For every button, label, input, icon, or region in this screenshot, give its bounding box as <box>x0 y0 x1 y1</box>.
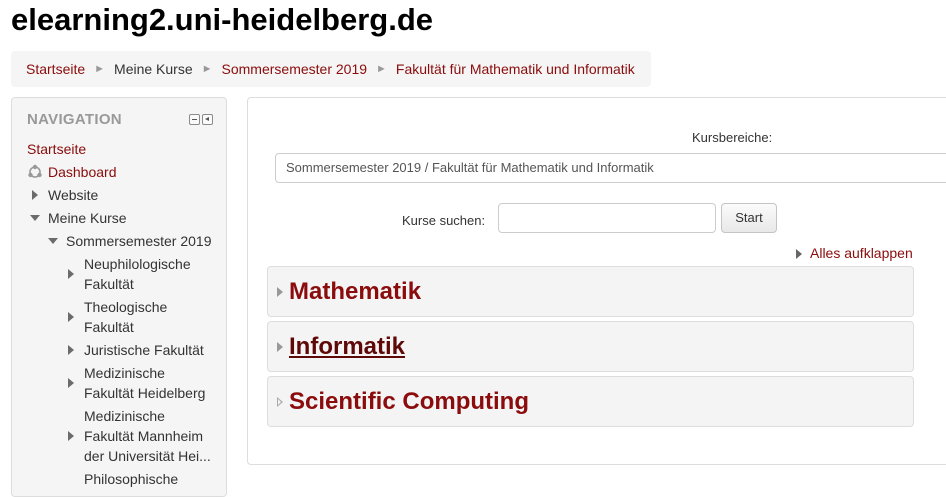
category-title[interactable]: Mathematik <box>289 278 421 306</box>
expand-arrow-icon[interactable] <box>68 312 74 322</box>
expand-arrow-icon <box>277 287 283 297</box>
nav-dashboard-link[interactable]: Dashboard <box>48 164 117 180</box>
expand-arrow-icon[interactable] <box>68 269 74 279</box>
category-mathematik[interactable]: Mathematik <box>267 266 914 317</box>
course-search-label: Kurse suchen: <box>402 213 486 228</box>
nav-item-label: Juristische Fakultät <box>84 342 204 358</box>
expand-arrow-icon <box>796 249 802 259</box>
breadcrumb-semester[interactable]: Sommersemester 2019 <box>222 61 368 77</box>
course-search-input[interactable] <box>498 203 716 233</box>
nav-item-website[interactable]: Website <box>48 185 98 205</box>
dock-block-icon[interactable] <box>202 114 213 125</box>
collapse-arrow-icon[interactable] <box>48 238 58 244</box>
nav-item-faculty[interactable]: Philosophische <box>84 469 178 489</box>
breadcrumb-separator-icon: ► <box>94 63 106 75</box>
block-controls <box>189 114 213 125</box>
nav-item-dashboard: Dashboard <box>48 162 117 182</box>
nav-home-link[interactable]: Startseite <box>27 141 86 157</box>
nav-item-label: Philosophische <box>84 471 179 487</box>
nav-item-faculty[interactable]: Neuphilologische Fakultät <box>84 254 191 294</box>
nav-item-label: Medizinische <box>84 408 165 424</box>
breadcrumb-my-courses: Meine Kurse <box>114 61 193 77</box>
nav-item-label: der Universität Hei... <box>84 448 211 464</box>
navigation-header: NAVIGATION <box>27 111 122 128</box>
expand-all[interactable]: Alles aufklappen <box>796 245 913 261</box>
nav-item-faculty[interactable]: Medizinische Fakultät Heidelberg <box>84 363 205 403</box>
expand-arrow-icon[interactable] <box>32 190 38 200</box>
nav-item-label: Theologische <box>84 299 168 315</box>
expand-arrow-icon <box>277 397 283 407</box>
expand-arrow-icon[interactable] <box>68 431 74 441</box>
nav-item-label: Neuphilologische <box>84 256 191 272</box>
nav-item-label: Medizinische <box>84 365 165 381</box>
nav-item-label: Fakultät Heidelberg <box>84 385 206 401</box>
dashboard-icon <box>28 164 42 178</box>
breadcrumb-home[interactable]: Startseite <box>26 61 85 77</box>
collapse-block-icon[interactable] <box>189 114 200 125</box>
site-title[interactable]: elearning2.uni-heidelberg.de <box>11 2 433 38</box>
nav-item-semester[interactable]: Sommersemester 2019 <box>66 231 212 251</box>
nav-item-faculty[interactable]: Medizinische Fakultät Mannheim der Unive… <box>84 406 211 466</box>
nav-item-my-courses[interactable]: Meine Kurse <box>48 208 127 228</box>
breadcrumb-separator-icon: ► <box>201 63 213 75</box>
expand-arrow-icon <box>277 342 283 352</box>
nav-item-label: Fakultät Mannheim <box>84 428 204 444</box>
breadcrumb-faculty[interactable]: Fakultät für Mathematik und Informatik <box>396 61 635 77</box>
category-title[interactable]: Scientific Computing <box>289 388 529 416</box>
category-scientific-computing[interactable]: Scientific Computing <box>267 376 914 427</box>
nav-item-faculty[interactable]: Juristische Fakultät <box>84 340 204 360</box>
category-title[interactable]: Informatik <box>289 333 405 361</box>
category-select[interactable]: Sommersemester 2019 / Fakultät für Mathe… <box>275 153 946 183</box>
nav-item-home: Startseite <box>27 139 86 159</box>
collapse-arrow-icon[interactable] <box>30 215 40 221</box>
breadcrumb-separator-icon: ► <box>376 63 387 75</box>
navigation-block: NAVIGATION Startseite Dashboard Website … <box>11 97 227 497</box>
category-informatik[interactable]: Informatik <box>267 321 914 372</box>
nav-item-faculty[interactable]: Theologische Fakultät <box>84 297 167 337</box>
nav-item-label: Fakultät <box>84 319 134 335</box>
breadcrumb: Startseite ► Meine Kurse ► Sommersemeste… <box>11 51 651 87</box>
expand-arrow-icon[interactable] <box>68 345 74 355</box>
nav-item-label: Fakultät <box>84 276 134 292</box>
search-start-button[interactable]: Start <box>721 203 777 233</box>
categories-label: Kursbereiche: <box>692 130 773 145</box>
expand-all-link[interactable]: Alles aufklappen <box>810 245 913 261</box>
expand-arrow-icon[interactable] <box>68 378 74 388</box>
